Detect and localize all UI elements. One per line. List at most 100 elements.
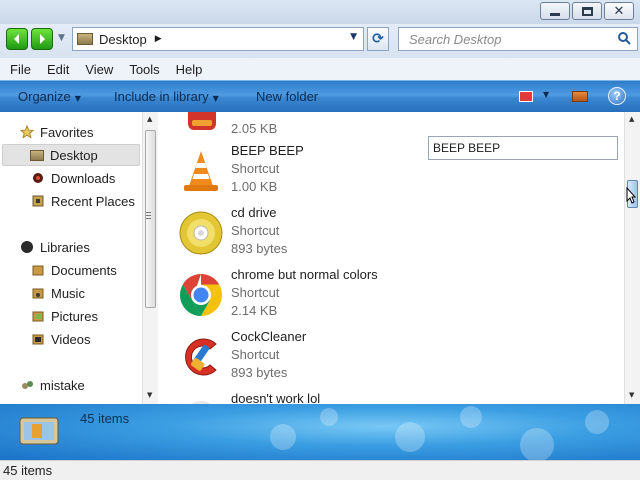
menu-file[interactable]: File: [0, 62, 39, 77]
address-location[interactable]: Desktop: [99, 32, 147, 47]
libraries-label: Libraries: [40, 239, 90, 255]
music-label: Music: [51, 285, 85, 301]
navigation-pane: Favorites Desktop Downloads Recent Place…: [0, 112, 158, 404]
search-box[interactable]: Search Desktop: [398, 27, 638, 51]
bokeh-decoration: [270, 424, 296, 450]
details-pane: 45 items: [0, 404, 640, 460]
address-row: ▼ Desktop ▶ ▼ ⟳ Search Desktop: [0, 24, 640, 58]
file-name: CockCleaner: [231, 329, 307, 344]
breadcrumb-arrow-icon[interactable]: ▶: [155, 34, 162, 44]
preview-pane-icon[interactable]: [572, 91, 588, 102]
nav-music[interactable]: Music: [31, 282, 85, 304]
desktop-icon: [30, 149, 44, 161]
chrome-icon: [179, 274, 223, 316]
app-icon: [188, 112, 216, 130]
file-item-cd-drive[interactable]: cd drive Shortcut 893 bytes: [158, 202, 618, 264]
search-input[interactable]: Search Desktop: [409, 32, 502, 47]
pictures-label: Pictures: [51, 308, 98, 324]
back-button[interactable]: [6, 28, 28, 50]
mouse-cursor-icon: [626, 187, 636, 204]
include-label: Include in library: [114, 89, 209, 104]
search-icon[interactable]: [617, 31, 631, 45]
desktop-folder-icon: [77, 33, 93, 45]
favorites-label: Favorites: [40, 124, 94, 140]
music-icon: [32, 288, 44, 299]
minimize-button[interactable]: [540, 2, 570, 20]
nav-scroll-up-icon[interactable]: ▲: [147, 115, 152, 123]
recent-places-icon: [32, 195, 44, 207]
nav-scroll-down-icon[interactable]: ▼: [147, 391, 152, 399]
change-view-icon[interactable]: [519, 91, 533, 102]
file-list-scrollbar[interactable]: ▲ ▼: [624, 112, 640, 404]
nav-pictures[interactable]: Pictures: [31, 305, 98, 327]
status-item-count: 45 items: [3, 463, 53, 478]
bokeh-decoration: [395, 422, 425, 452]
help-icon[interactable]: ?: [608, 87, 626, 105]
window-controls: ✕: [540, 2, 634, 20]
favorites-star-icon: [20, 125, 34, 139]
include-in-library-button[interactable]: Include in library ▼: [114, 89, 219, 104]
nav-scroll-thumb[interactable]: [145, 130, 156, 308]
file-item-chrome[interactable]: chrome but normal colors Shortcut 2.14 K…: [158, 264, 618, 326]
desktop-large-icon: [19, 417, 59, 445]
file-size: 2.05 KB: [231, 121, 278, 136]
refresh-icon: ⟳: [372, 31, 384, 47]
address-bar[interactable]: Desktop ▶ ▼: [72, 27, 364, 51]
nav-downloads[interactable]: Downloads: [31, 167, 115, 189]
recent-pages-dropdown-icon[interactable]: ▼: [58, 33, 65, 43]
downloads-label: Downloads: [51, 170, 116, 186]
view-options-caret-icon[interactable]: ▼: [543, 90, 549, 99]
desktop-label: Desktop: [50, 147, 98, 163]
menu-tools[interactable]: Tools: [121, 62, 167, 77]
vlc-cone-icon: [184, 151, 218, 191]
videos-label: Videos: [51, 331, 91, 347]
file-size: 1.00 KB: [231, 179, 278, 194]
mistake-icon: [22, 381, 33, 389]
organize-button[interactable]: Organize ▼: [18, 89, 81, 104]
minimize-icon: [550, 12, 560, 16]
file-name: doesn't work lol: [231, 391, 321, 404]
address-dropdown-icon[interactable]: ▼: [350, 32, 357, 42]
command-bar: Organize ▼ Include in library ▼ New folder…: [0, 80, 640, 112]
file-size: 893 bytes: [231, 365, 288, 380]
ccleaner-icon: [185, 338, 217, 376]
maximize-icon: [581, 6, 593, 16]
maximize-button[interactable]: [572, 2, 602, 20]
nav-favorites[interactable]: Favorites: [20, 121, 93, 143]
list-scroll-up-icon[interactable]: ▲: [629, 115, 634, 123]
nav-documents[interactable]: Documents: [31, 259, 117, 281]
organize-caret-icon: ▼: [74, 94, 81, 103]
nav-mistake[interactable]: mistake: [20, 374, 85, 396]
menu-view[interactable]: View: [77, 62, 121, 77]
nav-recent-places[interactable]: Recent Places: [31, 190, 135, 212]
downloads-icon: [33, 173, 43, 183]
refresh-button[interactable]: ⟳: [367, 27, 389, 51]
file-item-cockcleaner[interactable]: CockCleaner Shortcut 893 bytes: [158, 326, 618, 388]
nav-desktop[interactable]: Desktop: [2, 144, 140, 166]
menu-edit[interactable]: Edit: [39, 62, 77, 77]
nav-videos[interactable]: Videos: [31, 328, 91, 350]
bokeh-decoration: [585, 410, 609, 434]
list-scroll-down-icon[interactable]: ▼: [629, 391, 634, 399]
file-size: 893 bytes: [231, 241, 288, 256]
include-caret-icon: ▼: [212, 94, 219, 103]
file-name: BEEP BEEP: [231, 143, 304, 158]
title-bar: ✕: [0, 0, 640, 24]
bokeh-decoration: [460, 406, 482, 428]
file-type: Shortcut: [231, 223, 280, 238]
forward-arrow-icon: [40, 34, 45, 44]
file-size: 2.14 KB: [231, 303, 278, 318]
close-button[interactable]: ✕: [604, 2, 634, 20]
menu-help[interactable]: Help: [168, 62, 211, 77]
rename-field[interactable]: [428, 136, 618, 160]
forward-button[interactable]: [31, 28, 53, 50]
nav-libraries[interactable]: Libraries: [20, 236, 90, 258]
mistake-label: mistake: [40, 377, 85, 393]
navigation-scrollbar[interactable]: ▲ ▼: [142, 112, 158, 404]
videos-icon: [32, 334, 44, 345]
file-name: cd drive: [231, 205, 277, 220]
blank-icon: [191, 401, 211, 404]
new-folder-button[interactable]: New folder: [256, 89, 318, 104]
documents-icon: [32, 265, 44, 276]
file-item-doesnt-work[interactable]: doesn't work lol: [158, 388, 618, 404]
